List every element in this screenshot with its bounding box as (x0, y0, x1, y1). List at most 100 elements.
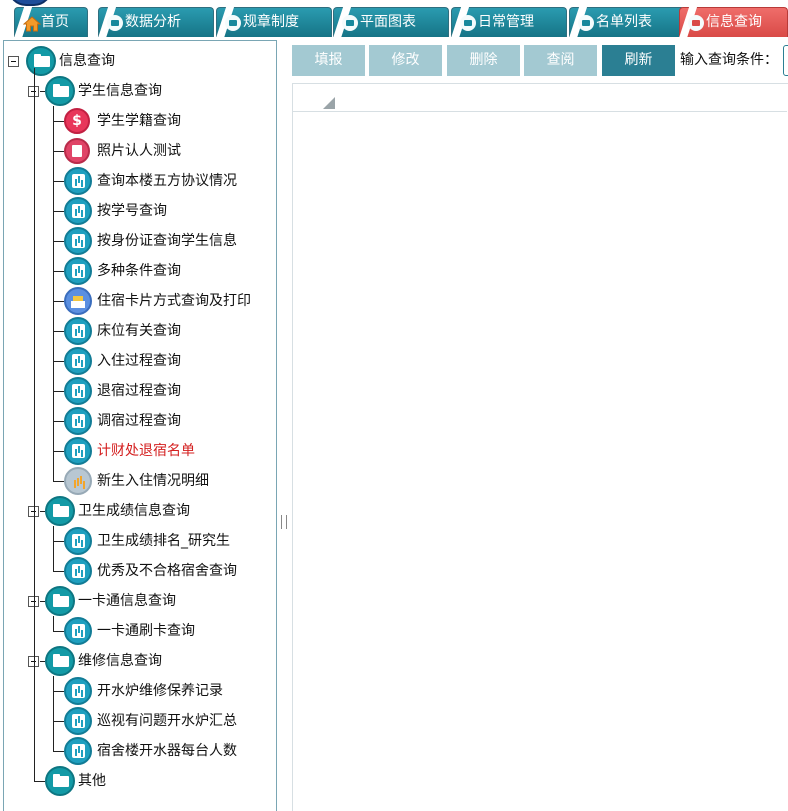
folder-icon (45, 766, 75, 796)
tree-connector (40, 91, 45, 92)
view-button[interactable]: 查阅 (524, 45, 597, 76)
tree-node-label: 查询本楼五方协议情况 (97, 173, 237, 189)
tree-item[interactable]: 卫生成绩排名_研究生 (4, 526, 276, 556)
content-pane: 填报 修改 删除 查阅 刷新 输入查询条件： (290, 40, 788, 811)
folder-icon (225, 15, 241, 31)
tab-4[interactable]: 日常管理 (451, 7, 567, 38)
tab-6[interactable]: 信息查询 (679, 7, 788, 38)
query-condition-input[interactable] (783, 45, 788, 76)
tree-item[interactable]: 新生入住情况明细 (4, 466, 276, 496)
tree-item[interactable]: 入住过程查询 (4, 346, 276, 376)
chart-icon (64, 437, 92, 465)
tree-connector (53, 121, 64, 122)
tree-item[interactable]: 按学号查询 (4, 196, 276, 226)
tree-connector (53, 541, 64, 542)
tree-item[interactable]: 一卡通刷卡查询 (4, 616, 276, 646)
chart-icon (64, 197, 92, 225)
tree-connector (53, 391, 64, 392)
chart-icon (64, 617, 92, 645)
delete-button[interactable]: 删除 (447, 45, 520, 76)
tree-connector (53, 571, 64, 572)
tab-1[interactable]: 数据分析 (98, 7, 214, 38)
chart-icon (64, 257, 92, 285)
tab-label: 首页 (41, 14, 69, 30)
tree-item[interactable]: 住宿卡片方式查询及打印 (4, 286, 276, 316)
chart-icon (64, 347, 92, 375)
tree-item[interactable]: 调宿过程查询 (4, 406, 276, 436)
tree-item[interactable]: 开水炉维修保养记录 (4, 676, 276, 706)
tree-node-label: 卫生成绩信息查询 (78, 503, 190, 519)
tab-2[interactable]: 规章制度 (216, 7, 332, 38)
folder-icon (688, 15, 704, 31)
chart-icon (64, 167, 92, 195)
chart-icon (64, 677, 92, 705)
tree-node-label: 学生学籍查询 (97, 113, 181, 129)
tree-connector (53, 676, 54, 751)
tree-item[interactable]: 优秀及不合格宿舍查询 (4, 556, 276, 586)
tab-5[interactable]: 名单列表 (569, 7, 685, 38)
chart-icon (64, 737, 92, 765)
tree-item[interactable]: 查询本楼五方协议情况 (4, 166, 276, 196)
tree-connector (53, 106, 54, 481)
chart-icon (64, 407, 92, 435)
query-condition-label: 输入查询条件： (680, 52, 778, 68)
tree-connector (53, 691, 64, 692)
chart-icon (64, 557, 92, 585)
tree-item[interactable]: 计财处退宿名单 (4, 436, 276, 466)
tree-node-label: 按学号查询 (97, 203, 167, 219)
tree-connector (53, 211, 64, 212)
folder-icon (460, 15, 476, 31)
tree-node-label: 宿舍楼开水器每台人数 (97, 743, 237, 759)
folder-icon (45, 586, 75, 616)
tree-connector (34, 781, 45, 782)
tree-item[interactable]: 床位有关查询 (4, 316, 276, 346)
tree-item[interactable]: 退宿过程查询 (4, 376, 276, 406)
tree-connector (53, 616, 54, 631)
chart-icon (64, 227, 92, 255)
tree-item[interactable]: 巡视有问题开水炉汇总 (4, 706, 276, 736)
tree-connector (53, 421, 64, 422)
tree-node-label: 信息查询 (59, 53, 115, 69)
tree-connector (53, 361, 64, 362)
fill-button[interactable]: 填报 (292, 45, 365, 76)
top-tab-bar: 首页 数据分析 规章制度 平面图表 日常管理 名单列表 信息查询 (0, 0, 788, 38)
tab-0[interactable]: 首页 (14, 7, 88, 38)
panel-splitter[interactable] (278, 40, 290, 811)
photo-icon (64, 138, 90, 164)
tree-node-label: 调宿过程查询 (97, 413, 181, 429)
edit-button[interactable]: 修改 (369, 45, 442, 76)
tree-connector (53, 631, 64, 632)
tree-connector (53, 451, 64, 452)
folder-icon (342, 15, 358, 31)
data-grid[interactable] (292, 83, 788, 811)
tree-connector (40, 661, 45, 662)
tree-connector (53, 481, 64, 482)
grid-header (293, 84, 787, 112)
tree-item[interactable]: 宿舍楼开水器每台人数 (4, 736, 276, 766)
folder-icon (578, 15, 594, 31)
tree-connector (53, 526, 54, 571)
tab-label: 信息查询 (706, 14, 762, 30)
tree-item[interactable]: 按身份证查询学生信息 (4, 226, 276, 256)
tree-item[interactable]: 多种条件查询 (4, 256, 276, 286)
tree-node-label: 多种条件查询 (97, 263, 181, 279)
chart-icon (64, 707, 92, 735)
refresh-button[interactable]: 刷新 (602, 45, 675, 76)
tree-connector (53, 181, 64, 182)
tree-item[interactable]: 照片认人测试 (4, 136, 276, 166)
navigation-tree: 信息查询 学生信息查询 $ 学生学籍查询 照片认人测试 查询本楼五方协议情况 按学号查询 按身… (3, 40, 277, 811)
chart-icon (64, 527, 92, 555)
folder-icon (45, 646, 75, 676)
bar-chart-icon (64, 467, 92, 495)
tree-connector (40, 511, 45, 512)
splitter-grip-icon[interactable] (281, 515, 287, 529)
tab-label: 规章制度 (243, 14, 299, 30)
tree-node-label: 卫生成绩排名_研究生 (97, 533, 230, 549)
chart-icon (64, 317, 92, 345)
select-all-corner-icon[interactable] (323, 97, 335, 109)
tree-item[interactable]: $ 学生学籍查询 (4, 106, 276, 136)
collapse-toggle-icon[interactable] (8, 56, 19, 67)
tab-3[interactable]: 平面图表 (333, 7, 449, 38)
tree-root[interactable]: 信息查询 (4, 46, 276, 76)
tree-node-label: 床位有关查询 (97, 323, 181, 339)
